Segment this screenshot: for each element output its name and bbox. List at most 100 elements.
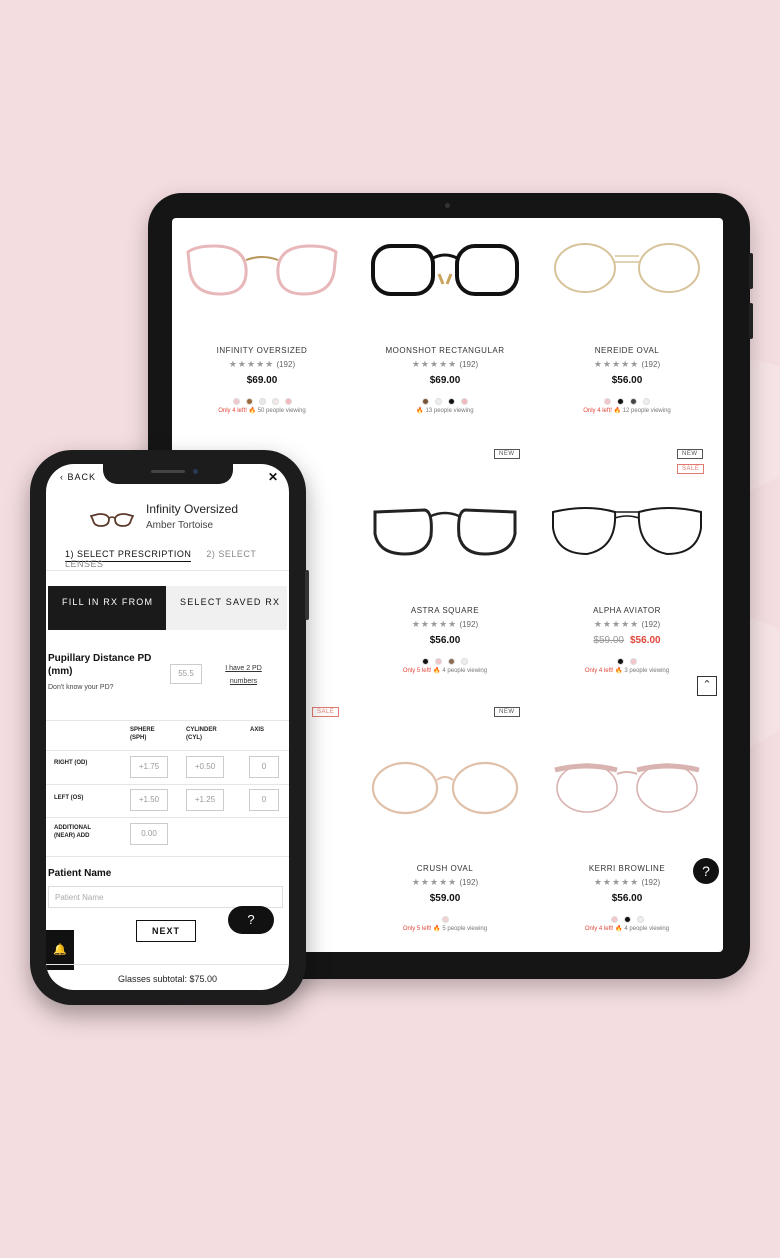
color-swatch[interactable] xyxy=(422,398,429,406)
color-swatch[interactable] xyxy=(643,398,650,406)
rx-tabs: FILL IN RX FROM SELECT SAVED RX xyxy=(48,586,287,630)
new-badge: NEW xyxy=(494,449,520,459)
current-price: $69.00 xyxy=(429,375,461,386)
left-cylinder-input[interactable]: +1.25 xyxy=(186,789,224,811)
glasses-thumbnail-icon xyxy=(90,513,134,527)
divider xyxy=(46,856,289,857)
help-button[interactable]: ? xyxy=(228,906,274,934)
current-price: $56.00 xyxy=(611,893,643,904)
pd-help-link[interactable]: Don't know your PD? xyxy=(48,684,114,691)
product-card[interactable]: ASTRA SQUARE ★★★★★ (192) $56.00 Only 5 l… xyxy=(355,498,535,674)
color-swatch[interactable] xyxy=(617,398,624,406)
color-swatches xyxy=(537,393,717,406)
color-swatch[interactable] xyxy=(610,916,618,924)
color-swatches xyxy=(537,911,717,924)
right-axis-input[interactable]: 0 xyxy=(249,756,279,778)
sphere-header: SPHERE (SPH) xyxy=(130,727,155,741)
viewers-count: 🔥 4 people viewing xyxy=(433,668,488,674)
color-swatch[interactable] xyxy=(630,398,637,406)
phone-camera xyxy=(193,469,198,474)
viewers-count: 🔥 50 people viewing xyxy=(248,408,306,414)
color-swatch[interactable] xyxy=(258,398,266,406)
color-swatch[interactable] xyxy=(623,916,631,924)
chevron-up-icon: ⌃ xyxy=(702,679,712,691)
review-count: (192) xyxy=(641,620,661,629)
product-rating: ★★★★★ (192) xyxy=(355,877,535,888)
glasses-subtotal: Glasses subtotal: $75.00 xyxy=(117,974,218,984)
next-button[interactable]: NEXT xyxy=(136,920,196,942)
glasses-image xyxy=(552,507,702,556)
left-axis-input[interactable]: 0 xyxy=(249,789,279,811)
scroll-to-top-button[interactable]: ⌃ xyxy=(697,676,717,696)
color-swatch[interactable] xyxy=(604,398,611,406)
close-button[interactable]: ✕ xyxy=(268,470,278,484)
product-card[interactable]: CRUSH OVAL ★★★★★ (192) $59.00 Only 5 lef… xyxy=(355,756,535,932)
color-swatch[interactable] xyxy=(284,398,292,406)
two-pd-numbers-link[interactable]: I have 2 PD numbers xyxy=(216,662,271,688)
product-card[interactable]: KERRI BROWLINE ★★★★★ (192) $56.00 Only 4… xyxy=(537,756,717,932)
product-rating: ★★★★★ (192) xyxy=(537,877,717,888)
current-price: $56.00 xyxy=(630,635,661,646)
tab-fill-in-rx[interactable]: FILL IN RX FROM xyxy=(48,586,166,630)
tab-select-saved-rx[interactable]: SELECT SAVED RX xyxy=(178,586,283,630)
patient-name-label: Patient Name xyxy=(48,868,112,879)
patient-name-input[interactable]: Patient Name xyxy=(48,886,283,908)
color-swatches xyxy=(355,911,535,924)
glasses-image xyxy=(373,508,517,556)
color-swatch[interactable] xyxy=(232,398,240,406)
review-count: (192) xyxy=(459,620,479,629)
viewing-notice: Only 5 left! 🔥 4 people viewing xyxy=(355,667,535,674)
product-rating: ★★★★★ (192) xyxy=(537,359,717,370)
pd-label: Pupillary Distance PD (mm) xyxy=(48,653,152,677)
divider xyxy=(46,784,289,785)
color-swatch[interactable] xyxy=(461,398,468,406)
star-rating-icon: ★★★★★ xyxy=(411,359,458,369)
color-swatch[interactable] xyxy=(630,658,637,666)
viewing-notice: Only 4 left! 🔥 50 people viewing xyxy=(172,407,352,414)
product-price: $56.00 xyxy=(537,375,717,386)
color-swatch[interactable] xyxy=(448,658,455,666)
right-cylinder-input[interactable]: +0.50 xyxy=(186,756,224,778)
color-swatch[interactable] xyxy=(617,658,624,666)
star-rating-icon: ★★★★★ xyxy=(228,359,275,369)
add-input[interactable]: 0.00 xyxy=(130,823,168,845)
product-card[interactable]: ALPHA AVIATOR ★★★★★ (192) $59.00 $56.00 O… xyxy=(537,498,717,674)
color-swatch[interactable] xyxy=(422,658,429,666)
viewers-count: 🔥 4 people viewing xyxy=(615,926,670,932)
prescription-screen: ‹ BACK ✕ Infinity Oversized Amber Tortoi… xyxy=(46,464,289,990)
color-swatch[interactable] xyxy=(245,398,253,406)
speaker xyxy=(151,470,185,473)
product-card[interactable]: MOONSHOT RECTANGULAR ★★★★★ (192) $69.00 … xyxy=(355,238,535,414)
right-sphere-input[interactable]: +1.75 xyxy=(130,756,168,778)
pd-input[interactable]: 55.5 xyxy=(170,664,202,684)
color-swatch[interactable] xyxy=(441,916,449,924)
stock-notice: Only 4 left! xyxy=(218,408,247,414)
tablet-side-button xyxy=(749,253,753,289)
back-button[interactable]: ‹ BACK xyxy=(60,472,96,482)
product-rating: ★★★★★ (192) xyxy=(537,619,717,630)
color-swatch[interactable] xyxy=(435,398,442,406)
phone-side-button xyxy=(305,570,309,620)
current-price: $56.00 xyxy=(611,375,643,386)
color-swatches xyxy=(172,393,352,406)
product-price: $59.00 xyxy=(355,893,535,904)
product-card[interactable]: INFINITY OVERSIZED ★★★★★ (192) $69.00 On… xyxy=(172,238,352,414)
color-swatch[interactable] xyxy=(448,398,455,406)
review-count: (192) xyxy=(641,878,661,887)
color-swatch[interactable] xyxy=(435,658,442,666)
sale-badge: SALE xyxy=(312,707,340,717)
help-button[interactable]: ? xyxy=(693,858,719,884)
phone-notch xyxy=(103,464,233,484)
color-swatch[interactable] xyxy=(461,658,468,666)
add-label: ADDITIONAL (NEAR) ADD xyxy=(54,825,91,839)
color-swatch[interactable] xyxy=(636,916,644,924)
close-icon: ✕ xyxy=(268,470,279,484)
color-swatch[interactable] xyxy=(271,398,279,406)
product-card[interactable]: NEREIDE OVAL ★★★★★ (192) $56.00 Only 4 l… xyxy=(537,238,717,414)
product-title: Infinity Oversized xyxy=(146,502,239,516)
chevron-left-icon: ‹ xyxy=(60,472,68,482)
cylinder-header: CYLINDER (CYL) xyxy=(186,727,217,741)
product-name: CRUSH OVAL xyxy=(416,864,474,873)
left-sphere-input[interactable]: +1.50 xyxy=(130,789,168,811)
color-swatches xyxy=(355,393,535,406)
